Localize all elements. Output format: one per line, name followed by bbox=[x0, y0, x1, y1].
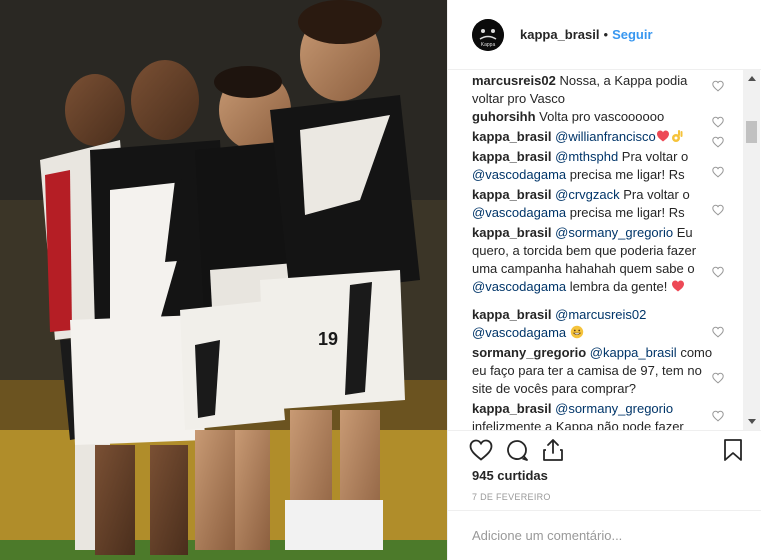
comments-list[interactable]: marcusreis02 Nossa, a Kappa podia voltar… bbox=[448, 70, 761, 430]
comment-mention-link[interactable]: @willianfrancisco bbox=[555, 129, 656, 144]
comment-text: Volta pro vascoooooo bbox=[539, 109, 665, 124]
scroll-up-arrow-icon[interactable] bbox=[743, 70, 760, 87]
comment-like-button[interactable] bbox=[712, 136, 724, 148]
comment-username[interactable]: kappa_brasil bbox=[472, 149, 552, 164]
comment-text: precisa me ligar! Rs bbox=[566, 205, 685, 220]
comment-username[interactable]: sormany_gregorio bbox=[472, 345, 586, 360]
comment-like-button[interactable] bbox=[712, 204, 724, 216]
small-heart-icon bbox=[712, 204, 724, 216]
add-comment-section bbox=[448, 510, 761, 560]
comment-mention-link[interactable]: @vascodagama bbox=[472, 167, 566, 182]
scroll-thumb[interactable] bbox=[746, 121, 757, 143]
comment-username[interactable]: marcusreis02 bbox=[472, 73, 556, 88]
small-heart-icon bbox=[712, 266, 724, 278]
comment-username[interactable]: kappa_brasil bbox=[472, 129, 552, 144]
comment-item: marcusreis02 Nossa, a Kappa podia voltar… bbox=[472, 72, 722, 108]
comment-text: infelizmente a Kappa não pode fazer bbox=[472, 419, 684, 430]
avatar-logo-text: Kappa bbox=[481, 42, 496, 48]
comment-like-button[interactable] bbox=[712, 80, 724, 92]
header-separator: • bbox=[603, 27, 609, 42]
small-heart-icon bbox=[712, 80, 724, 92]
comment-like-button[interactable] bbox=[712, 326, 724, 338]
small-heart-icon bbox=[712, 372, 724, 384]
post-header: Kappa kappa_brasil • Seguir bbox=[448, 0, 761, 70]
red-heart-emoji bbox=[656, 130, 669, 142]
post-side-panel: Kappa kappa_brasil • Seguir marcusreis02… bbox=[447, 0, 761, 560]
heart-outline-icon bbox=[469, 439, 493, 461]
account-username[interactable]: kappa_brasil bbox=[520, 27, 600, 42]
comment-mention-link[interactable]: @crvgzack bbox=[555, 187, 620, 202]
add-comment-input[interactable] bbox=[472, 523, 722, 547]
small-heart-icon bbox=[712, 136, 724, 148]
post-actions-bar bbox=[448, 430, 761, 470]
comment-button[interactable] bbox=[504, 437, 530, 463]
comment-username[interactable]: kappa_brasil bbox=[472, 307, 552, 322]
photo-illustration: 19 bbox=[0, 0, 447, 560]
comment-like-button[interactable] bbox=[712, 266, 724, 278]
comment-text: precisa me ligar! Rs bbox=[566, 167, 685, 182]
comment-like-button[interactable] bbox=[712, 372, 724, 384]
jersey-number: 19 bbox=[318, 329, 338, 349]
small-heart-icon bbox=[712, 326, 724, 338]
comment-text: lembra da gente! bbox=[566, 279, 671, 294]
comment-item: guhorsihh Volta pro vascoooooo bbox=[472, 108, 722, 126]
comment-like-button[interactable] bbox=[712, 166, 724, 178]
comment-item: sormany_gregorio @kappa_brasil como eu f… bbox=[472, 344, 722, 398]
small-heart-icon bbox=[712, 116, 724, 128]
account-avatar[interactable]: Kappa bbox=[472, 18, 504, 51]
save-button[interactable] bbox=[720, 437, 746, 463]
comment-item: kappa_brasil @mthsphd Pra voltar o @vasc… bbox=[472, 148, 722, 184]
comment-mention-link[interactable]: @kappa_brasil bbox=[590, 345, 677, 360]
comment-item: kappa_brasil @marcusreis02 @vascodagama bbox=[472, 306, 722, 342]
comment-mention-link[interactable]: @vascodagama bbox=[472, 205, 566, 220]
comment-bubble-icon bbox=[507, 440, 528, 461]
follow-button[interactable]: Seguir bbox=[612, 27, 652, 42]
instagram-post-modal: 19 Kappa kappa_brasil • Seguir marcusrei… bbox=[0, 0, 761, 560]
comment-item: kappa_brasil @willianfrancisco bbox=[472, 128, 722, 146]
small-heart-icon bbox=[712, 410, 724, 422]
comment-username[interactable]: guhorsihh bbox=[472, 109, 536, 124]
small-heart-icon bbox=[712, 166, 724, 178]
post-photo[interactable]: 19 bbox=[0, 0, 447, 560]
comment-mention-link[interactable]: @marcusreis02 bbox=[555, 307, 646, 322]
ok-hand-emoji bbox=[671, 130, 683, 142]
share-upload-icon bbox=[543, 439, 563, 461]
comment-item: kappa_brasil @sormany_gregorio Eu quero,… bbox=[472, 224, 722, 296]
grin-emoji bbox=[570, 325, 583, 339]
comment-username[interactable]: kappa_brasil bbox=[472, 187, 552, 202]
comment-like-button[interactable] bbox=[712, 116, 724, 128]
red-heart-emoji bbox=[671, 280, 684, 292]
comment-mention-link[interactable]: @mthsphd bbox=[555, 149, 618, 164]
comment-text: Pra voltar o bbox=[619, 187, 690, 202]
comment-mention-link[interactable]: @vascodagama bbox=[472, 325, 566, 340]
kappa-logo-icon: Kappa bbox=[472, 18, 504, 51]
comment-item: kappa_brasil @sormany_gregorio infelizme… bbox=[472, 400, 722, 430]
comment-text: Pra voltar o bbox=[618, 149, 689, 164]
comment-mention-link[interactable]: @vascodagama bbox=[472, 279, 566, 294]
scroll-down-arrow-icon[interactable] bbox=[743, 413, 760, 430]
likes-count[interactable]: 945 curtidas bbox=[472, 468, 548, 483]
comment-item: kappa_brasil @crvgzack Pra voltar o @vas… bbox=[472, 186, 722, 222]
comment-mention-link[interactable]: @sormany_gregorio bbox=[555, 225, 673, 240]
like-button[interactable] bbox=[468, 437, 494, 463]
share-button[interactable] bbox=[540, 437, 566, 463]
post-date[interactable]: 7 DE FEVEREIRO bbox=[472, 492, 551, 502]
comment-username[interactable]: kappa_brasil bbox=[472, 401, 552, 416]
comment-like-button[interactable] bbox=[712, 410, 724, 422]
comment-mention-link[interactable]: @sormany_gregorio bbox=[555, 401, 673, 416]
bookmark-icon bbox=[724, 439, 742, 461]
comment-username[interactable]: kappa_brasil bbox=[472, 225, 552, 240]
comments-scrollbar[interactable] bbox=[743, 70, 760, 430]
